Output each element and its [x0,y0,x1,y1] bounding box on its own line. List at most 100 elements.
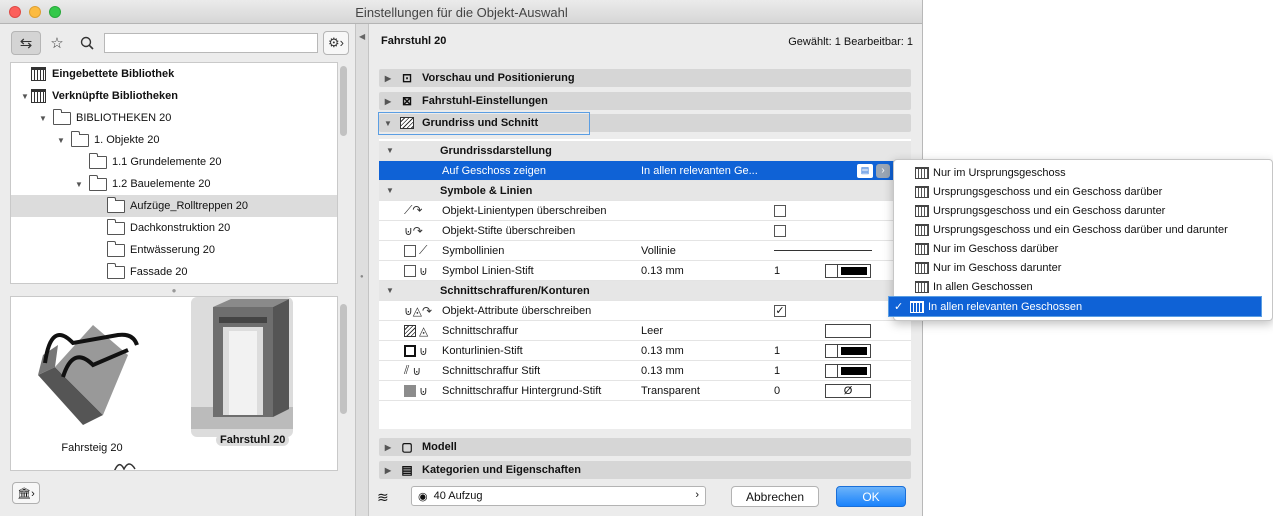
preview-scrollbar[interactable] [340,304,347,414]
disclosure-right-icon: ▶ [384,73,392,83]
pen-picker[interactable] [825,343,871,358]
fill-picker[interactable] [825,323,871,338]
menu-item[interactable]: Nur im Geschoss darunter [894,258,1272,277]
object-title: Fahrstuhl 20 [381,35,447,47]
focus-ring [378,112,590,135]
section-modell[interactable]: ▶ ▢ Modell [379,438,911,456]
param-name: Konturlinien-Stift [442,344,523,357]
preview-fahrsteig[interactable]: Fahrsteig 20 [33,305,151,454]
pen-picker[interactable] [825,263,871,278]
param-value: Leer [641,324,664,337]
tree-item[interactable]: Dachkonstruktion 20 [11,217,337,239]
group-symbole-linien[interactable]: ▼ Symbole & Linien [379,181,911,201]
cancel-button[interactable]: Abbrechen [731,486,819,507]
attribute-override-checkbox[interactable]: ✓ [774,304,786,317]
tree-item[interactable]: Entwässerung 20 [11,239,337,261]
escalator-image [38,325,139,425]
section-vorschau[interactable]: ▶ ⊡ Vorschau und Positionierung [379,69,911,87]
pen-picker[interactable] [825,363,871,378]
tree-item[interactable]: ▼ 1. Objekte 20 [11,129,337,151]
story-icon [915,280,929,293]
param-value: 0.13 mm [641,344,684,357]
tree-item[interactable]: ▼ Verknüpfte Bibliotheken [11,85,337,107]
library-search-input[interactable] [104,33,318,53]
dropdown-arrow-button[interactable]: › [876,163,890,178]
story-icon [915,242,929,255]
library-manager-button[interactable]: 🏛› [12,482,40,504]
menu-item[interactable]: Nur im Geschoss darüber [894,239,1272,258]
section-fahrstuhl[interactable]: ▶ ⊠ Fahrstuhl-Einstellungen [379,92,911,110]
contour-icon [404,344,416,357]
tree-item[interactable]: 1.1 Grundelemente 20 [11,151,337,173]
collapse-left-icon[interactable]: ◀ [359,32,365,41]
menu-item-label: Nur im Ursprungsgeschoss [933,166,1066,179]
tree-scrollbar[interactable] [340,66,347,136]
menu-item[interactable]: Ursprungsgeschoss und ein Geschoss darun… [894,201,1272,220]
menu-item[interactable]: Nur im Ursprungsgeschoss [894,163,1272,182]
line-icon: ⟋ [419,243,428,257]
group-label: Schnittschraffuren/Konturen [440,284,590,297]
pen-override-checkbox[interactable] [774,224,786,237]
hatch-icon [404,324,416,337]
tree-item-label: 1.1 Grundelemente 20 [112,156,222,168]
folder-view-button[interactable]: ⇆ [11,31,41,55]
menu-item-label: Nur im Geschoss darüber [933,242,1059,255]
tree-item[interactable]: ▼ 1.2 Bauelemente 20 [11,173,337,195]
preview-fahrstuhl[interactable] [191,297,293,437]
tree-item[interactable]: ▼ BIBLIOTHEKEN 20 [11,107,337,129]
param-hintergrund-stift[interactable]: ⊍ Schnittschraffur Hintergrund-Stift Tra… [379,381,911,401]
tree-item[interactable]: Eingebettete Bibliothek [11,63,337,85]
folder-icon [107,218,125,235]
menu-item[interactable]: ✓ In allen relevanten Geschossen [888,296,1262,317]
param-konturlinien-stift[interactable]: ⊍ Konturlinien-Stift 0.13 mm 1 [379,341,911,361]
group-label: Symbole & Linien [440,184,533,197]
pen-icon: ⊍ [419,383,428,398]
param-name: Schnittschraffur Hintergrund-Stift [442,384,602,397]
param-name: Schnittschraffur [442,324,519,337]
group-schnittschraffuren[interactable]: ▼ Schnittschraffuren/Konturen [379,281,911,301]
tree-item[interactable]: Aufzüge_Rolltreppen 20 [11,195,337,217]
linetype-override-checkbox[interactable] [774,204,786,217]
folder-view-icon: ⇆ [19,35,33,52]
tree-item-label: BIBLIOTHEKEN 20 [76,112,172,124]
disclosure-down-icon[interactable]: ▼ [73,180,85,189]
disclosure-down-icon[interactable]: ▼ [19,92,31,101]
section-label: Vorschau und Positionierung [422,72,575,84]
story-display-menu: Nur im Ursprungsgeschoss Ursprungsgeschos… [888,159,1273,321]
param-symbol-stift[interactable]: ⊍ Symbol Linien-Stift 0.13 mm 1 [379,261,911,281]
section-kategorien[interactable]: ▶ ▤ Kategorien und Eigenschaften [379,461,911,479]
param-schraffur-stift[interactable]: ⫽ ⊍ Schnittschraffur Stift 0.13 mm 1 [379,361,911,381]
disclosure-down-icon[interactable]: ▼ [37,114,49,123]
menu-item[interactable]: In allen Geschossen [894,277,1272,296]
favorites-button[interactable]: ☆ [46,31,68,55]
search-button[interactable] [76,31,98,55]
menu-item[interactable]: Ursprungsgeschoss und ein Geschoss darüb… [894,182,1272,201]
linetype-override-icon: ⟋↷ [404,203,423,217]
pane-divider[interactable]: ◀ ● [355,24,369,516]
param-linientypen[interactable]: ⟋↷ Objekt-Linientypen überschreiben [379,201,911,221]
library-settings-button[interactable]: ⚙› [323,31,349,55]
star-icon: ☆ [50,35,64,52]
param-symbollinien[interactable]: ⟋ Symbollinien Vollinie [379,241,911,261]
pane-splitter[interactable]: ● [10,286,338,295]
disclosure-down-icon: ▼ [386,286,394,295]
settings-pane: Fahrstuhl 20 Gewählt: 1 Bearbeitbar: 1 ▶… [369,24,922,516]
story-icon [910,300,924,313]
section-grundriss[interactable]: ▼ Grundriss und Schnitt [378,112,911,135]
symbol-line-checkbox[interactable] [404,244,416,257]
chevron-right-icon: › [695,489,699,501]
ok-button[interactable]: OK [836,486,906,507]
pen-picker-transparent[interactable]: Ø [825,383,871,398]
param-attribute[interactable]: ⊍◬↷ Objekt-Attribute überschreiben ✓ [379,301,911,321]
layer-select[interactable]: ◉ 40 Aufzug › [411,486,706,506]
symbol-pen-checkbox[interactable] [404,264,416,277]
tree-item[interactable]: Fassade 20 [11,261,337,283]
param-auf-geschoss-zeigen[interactable]: Auf Geschoss zeigen In allen relevanten … [379,161,911,181]
disclosure-down-icon[interactable]: ▼ [55,136,67,145]
param-schnittschraffur[interactable]: ◬ Schnittschraffur Leer [379,321,911,341]
param-stifte[interactable]: ⊍↷ Objekt-Stifte überschreiben [379,221,911,241]
menu-item[interactable]: Ursprungsgeschoss und ein Geschoss darüb… [894,220,1272,239]
group-grundrissdarstellung[interactable]: ▼ Grundrissdarstellung [379,141,911,161]
param-name: Objekt-Attribute überschreiben [442,304,592,317]
menu-item-label: Ursprungsgeschoss und ein Geschoss darüb… [933,185,1163,198]
